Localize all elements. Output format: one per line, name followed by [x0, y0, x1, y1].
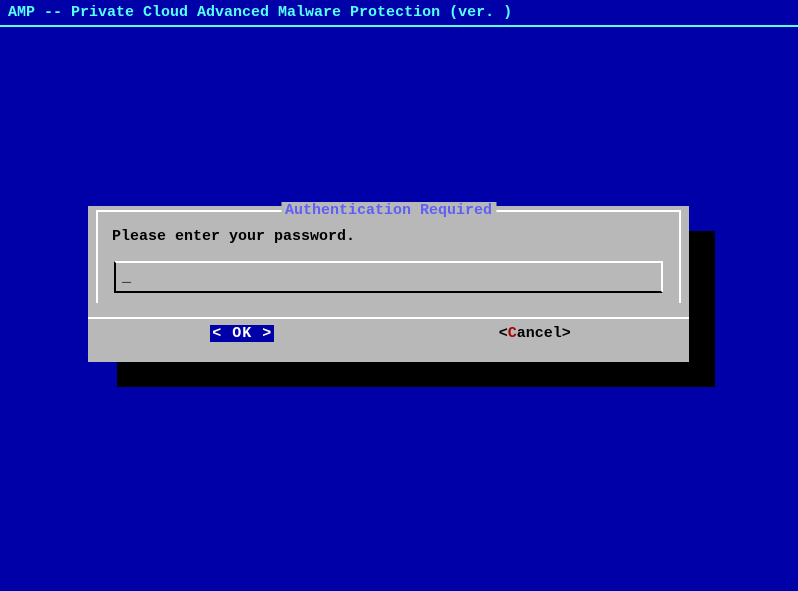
password-field-wrap: _: [114, 261, 663, 293]
input-cursor: _: [122, 269, 131, 286]
button-row: < OK > <Cancel>: [96, 319, 681, 348]
ok-label: OK: [222, 325, 262, 342]
cancel-button[interactable]: <Cancel>: [499, 325, 571, 342]
auth-dialog: Authentication Required Please enter you…: [88, 206, 689, 362]
title-divider: [0, 25, 798, 27]
dialog-title: Authentication Required: [281, 202, 496, 219]
cancel-open-bracket: <: [499, 325, 508, 342]
ok-close-bracket: >: [262, 325, 272, 342]
app-title: AMP -- Private Cloud Advanced Malware Pr…: [0, 0, 798, 23]
password-input[interactable]: _: [114, 261, 663, 293]
ok-open-bracket: <: [212, 325, 222, 342]
ok-button[interactable]: < OK >: [210, 325, 274, 342]
cancel-hotkey: C: [508, 325, 517, 342]
cancel-rest: ancel: [517, 325, 562, 342]
cancel-close-bracket: >: [562, 325, 571, 342]
dialog-border: Authentication Required Please enter you…: [96, 210, 681, 303]
